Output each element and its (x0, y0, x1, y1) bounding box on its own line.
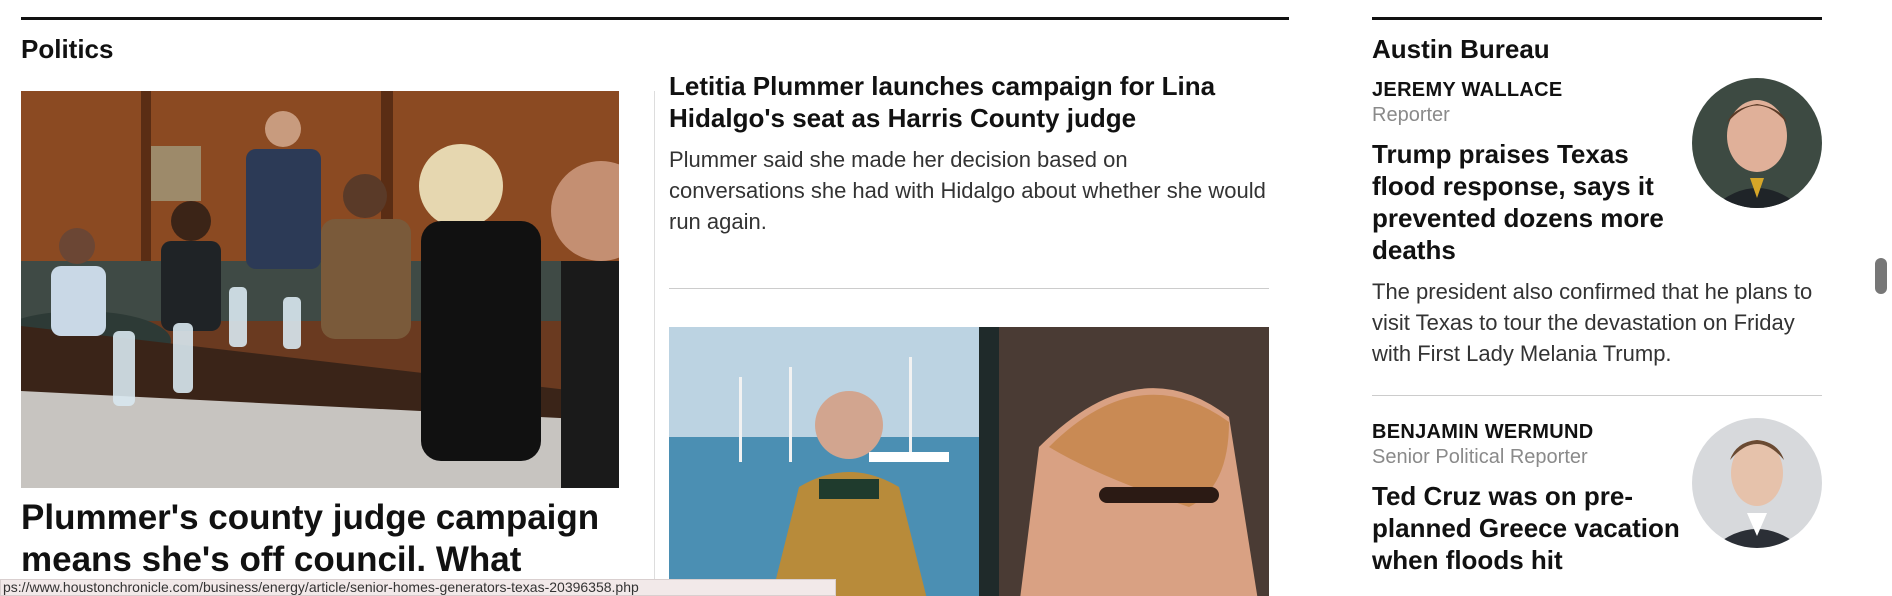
scrollbar-thumb[interactable] (1875, 258, 1887, 294)
avatar-jeremy-wallace[interactable] (1692, 78, 1822, 208)
section-title-austin-bureau[interactable]: Austin Bureau (1372, 33, 1822, 65)
avatar-benjamin-wermund[interactable] (1692, 418, 1822, 548)
section-title-politics[interactable]: Politics (21, 33, 1289, 65)
bureau-story-dek: The president also confirmed that he pla… (1372, 279, 1813, 366)
secondary-story: Letitia Plummer launches campaign for Li… (669, 70, 1269, 237)
column-divider (654, 91, 655, 596)
secondary-story-headline[interactable]: Letitia Plummer launches campaign for Li… (669, 70, 1269, 134)
story-divider (669, 288, 1269, 289)
story-divider (1372, 395, 1822, 396)
bureau-story: BENJAMIN WERMUND Senior Political Report… (1372, 418, 1822, 576)
bureau-story: JEREMY WALLACE Reporter Trump praises Te… (1372, 78, 1822, 369)
story-image-senior-homes[interactable] (669, 327, 1269, 596)
politics-section: Politics Plummer's county judge campaign… (21, 17, 1289, 596)
bureau-story-headline[interactable]: Ted Cruz was on pre-planned Greece vacat… (1372, 480, 1692, 576)
link-status-bar: ps://www.houstonchronicle.com/business/e… (0, 579, 836, 596)
austin-bureau-section: Austin Bureau JEREMY WALLACE Reporter Tr… (1372, 17, 1822, 576)
lead-story-headline[interactable]: Plummer's county judge campaign means sh… (21, 497, 621, 581)
secondary-story-dek: Plummer said she made her decision based… (669, 147, 1266, 234)
status-url: ps://www.houstonchronicle.com/business/e… (3, 579, 639, 595)
bureau-story-headline[interactable]: Trump praises Texas flood response, says… (1372, 138, 1692, 266)
lead-story-image[interactable] (21, 91, 619, 488)
